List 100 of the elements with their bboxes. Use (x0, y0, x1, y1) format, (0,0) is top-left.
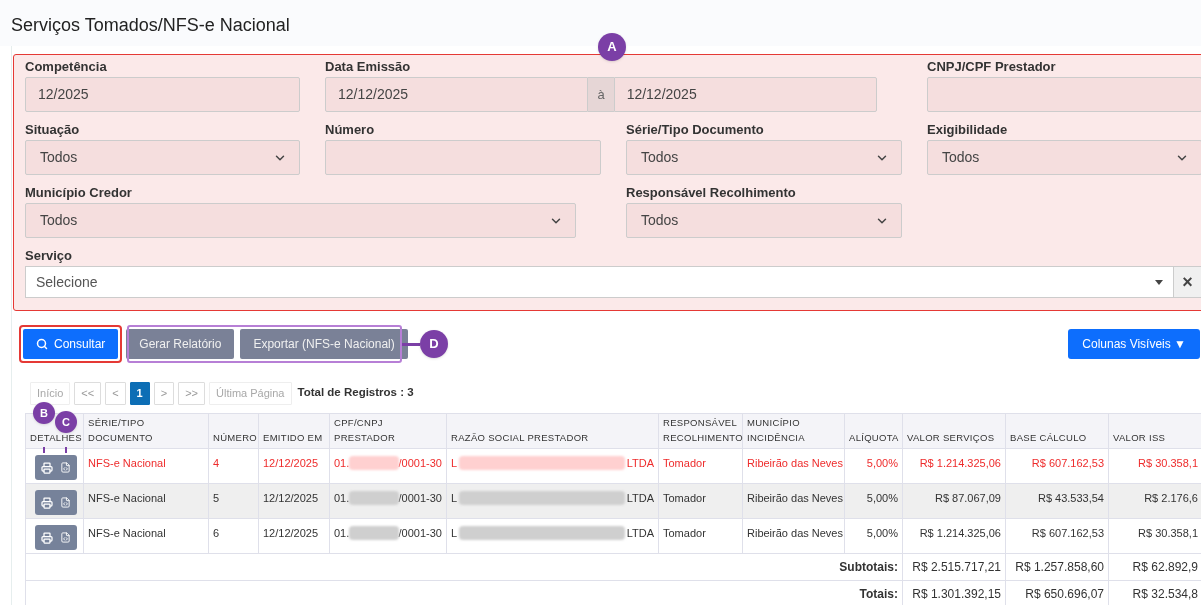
total-records: Total de Registros : 3 (297, 385, 414, 401)
table-cell-text: 01. (334, 491, 350, 506)
pagination-button[interactable]: < (105, 381, 126, 405)
table-cell-text: LTDA (626, 456, 654, 471)
dropdown-icon (1155, 279, 1163, 285)
date-field[interactable]: 12/12/2025 (325, 77, 589, 112)
table-cell: R$ 87.067,09 (902, 483, 1006, 519)
table-cell-text: L (451, 456, 458, 471)
column-header: ALÍQUOTA (844, 413, 903, 449)
select-field[interactable]: Todos (25, 203, 576, 238)
clear-button[interactable]: × (1174, 266, 1201, 298)
field-label: Série/Tipo Documento (626, 122, 765, 137)
table-cell: R$ 2.176,6 (1108, 483, 1201, 519)
table-cell: R$ 43.533,54 (1005, 483, 1109, 519)
table-cell-text: 01. (334, 526, 350, 541)
summary-label: Subtotais: (839, 560, 898, 574)
table-cell: Tomador (658, 518, 743, 554)
column-header: RAZÃO SOCIAL PRESTADOR (446, 413, 659, 449)
redacted-bar (349, 456, 399, 471)
field-label: Data Emissão (325, 59, 412, 74)
redacted-bar (349, 491, 399, 506)
code-file-icon (59, 497, 71, 508)
table-cell: 12/12/2025 (258, 518, 330, 554)
table-cell: Ribeirão das Neves (742, 448, 845, 484)
column-header: SÉRIE/TIPO DOCUMENTO (83, 413, 209, 449)
select-field[interactable]: Todos (626, 203, 902, 238)
table-cell: 5,00% (844, 518, 903, 554)
column-header: CPF/CNPJ PRESTADOR (329, 413, 447, 449)
pagination-button[interactable]: >> (178, 381, 205, 405)
table-cell: 5,00% (844, 448, 903, 484)
text-field[interactable]: 12/2025 (25, 77, 300, 112)
select-field[interactable]: Todos (626, 140, 902, 175)
column-header: NÚMERO (208, 413, 259, 449)
table-cell-text: /0001-30 (398, 491, 442, 506)
details-button-group[interactable] (35, 525, 77, 550)
annotation-leader (43, 447, 45, 453)
table-cell-text: LTDA (626, 491, 654, 506)
table-cell: 12/12/2025 (258, 483, 330, 519)
field-label: Responsável Recolhimento (626, 185, 797, 200)
field-label: Serviço (25, 248, 73, 263)
action-button[interactable]: Exportar (NFS-e Nacional) (240, 329, 408, 359)
text-field[interactable] (325, 140, 601, 175)
column-header: VALOR ISS (1108, 413, 1201, 449)
table-cell: 4 (208, 448, 259, 484)
details-button-group[interactable] (35, 455, 77, 480)
select-field[interactable]: Todos (927, 140, 1201, 175)
summary-cell: R$ 62.892,9 (1108, 553, 1201, 581)
field-label: Competência (25, 59, 108, 74)
field-label: Município Credor (25, 185, 133, 200)
table-cell: Ribeirão das Neves (742, 518, 845, 554)
table-cell: NFS-e Nacional (83, 483, 209, 519)
annotation-leader (402, 343, 420, 346)
redacted-bar (349, 526, 399, 541)
text-field[interactable] (927, 77, 1201, 112)
table-cell: R$ 1.214.325,06 (902, 448, 1006, 484)
details-button-group[interactable] (35, 490, 77, 515)
range-separator: à (588, 77, 614, 112)
table-cell: 6 (208, 518, 259, 554)
column-header: EMITIDO EM (258, 413, 330, 449)
pagination-button[interactable]: 1 (129, 381, 150, 405)
column-header: BASE CÁLCULO (1005, 413, 1109, 449)
field-label: CNPJ/CPF Prestador (927, 59, 1057, 74)
table-cell: NFS-e Nacional (83, 448, 209, 484)
printer-icon (41, 461, 54, 474)
column-header: VALOR SERVIÇOS (902, 413, 1006, 449)
action-button[interactable]: Gerar Relatório (126, 329, 235, 359)
printer-icon (41, 531, 54, 544)
table-cell-text: LTDA (626, 526, 654, 541)
date-field[interactable]: 12/12/2025 (613, 77, 877, 112)
code-file-icon (59, 532, 71, 543)
field-label: Número (325, 122, 376, 137)
select-field[interactable]: Todos (25, 140, 300, 175)
select-field[interactable]: Selecione (25, 266, 1174, 298)
table-cell: R$ 1.214.325,06 (902, 518, 1006, 554)
annotation-leader (65, 447, 67, 453)
field-label: Situação (25, 122, 81, 137)
table-cell: Tomador (658, 483, 743, 519)
table-cell: R$ 30.358,1 (1108, 448, 1201, 484)
annotation-badge: C (55, 411, 77, 433)
table-cell-text: /0001-30 (398, 456, 442, 471)
table-cell: R$ 30.358,1 (1108, 518, 1201, 554)
table-cell: R$ 607.162,53 (1005, 518, 1109, 554)
column-header: MUNICÍPIO INCIDÊNCIA (742, 413, 845, 449)
table-cell: 12/12/2025 (258, 448, 330, 484)
table-cell-text: /0001-30 (398, 526, 442, 541)
printer-icon (41, 496, 54, 509)
table-cell: 5 (208, 483, 259, 519)
table-cell: Ribeirão das Neves (742, 483, 845, 519)
pagination-button[interactable]: > (153, 381, 175, 405)
table-cell: NFS-e Nacional (83, 518, 209, 554)
search-icon (36, 338, 48, 350)
code-file-icon (59, 462, 71, 473)
summary-cell: R$ 1.257.858,60 (1005, 553, 1109, 581)
search-button[interactable]: Consultar (23, 329, 119, 359)
pagination-button[interactable]: << (74, 381, 102, 405)
visible-columns-button[interactable]: Colunas Visíveis ▼ (1068, 329, 1200, 359)
table-cell-text: L (451, 526, 458, 541)
summary-cell: R$ 2.515.717,21 (902, 553, 1006, 581)
field-label: Exigibilidade (927, 122, 1009, 137)
table-cell-text: 01. (334, 456, 350, 471)
